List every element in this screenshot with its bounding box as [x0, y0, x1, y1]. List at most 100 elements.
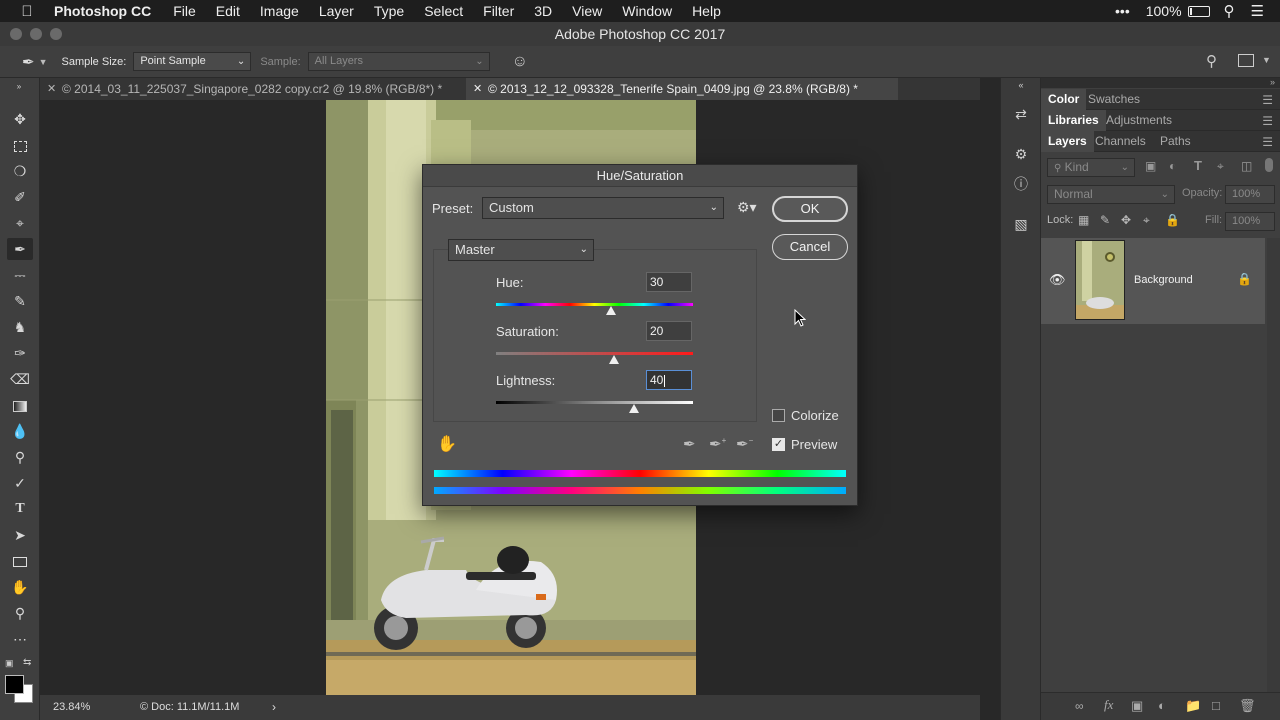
layer-name[interactable]: Background: [1134, 274, 1193, 286]
info-panel-icon[interactable]: ⓘ: [1011, 174, 1031, 194]
eyedropper-minus-icon[interactable]: ✒−: [736, 435, 753, 453]
minimize-window-button[interactable]: [30, 28, 42, 40]
brush-tool-icon[interactable]: ✎: [7, 290, 33, 312]
clone-stamp-tool-icon[interactable]: ♞: [7, 316, 33, 338]
chevron-down-icon[interactable]: ▼: [1262, 55, 1271, 65]
close-tab-icon[interactable]: ✕: [473, 78, 482, 100]
tab-paths[interactable]: Paths: [1153, 131, 1198, 152]
close-window-button[interactable]: [10, 28, 22, 40]
zoom-tool-icon[interactable]: ⚲: [7, 602, 33, 624]
menu-help[interactable]: Help: [692, 3, 721, 19]
layer-filter-kind[interactable]: ⚲ Kind ⌄: [1047, 158, 1135, 177]
lightness-slider-track[interactable]: [496, 401, 693, 404]
tab-layers[interactable]: Layers: [1041, 131, 1094, 152]
blend-mode-select[interactable]: Normal ⌄: [1047, 185, 1175, 204]
lock-image-icon[interactable]: ✎: [1100, 213, 1110, 227]
eraser-tool-icon[interactable]: ⌫: [7, 368, 33, 390]
menu-view[interactable]: View: [572, 3, 602, 19]
menu-file[interactable]: File: [173, 3, 196, 19]
hue-input[interactable]: 30: [646, 272, 692, 292]
lock-all-icon[interactable]: 🔒: [1165, 213, 1180, 227]
tab-tenerife[interactable]: ✕ © 2013_12_12_093328_Tenerife Spain_040…: [466, 78, 898, 100]
add-mask-icon[interactable]: ▣: [1131, 698, 1143, 714]
path-selection-tool-icon[interactable]: ➤: [7, 524, 33, 546]
new-group-icon[interactable]: 📁: [1185, 698, 1201, 714]
eyedropper-icon[interactable]: ✒: [683, 435, 696, 453]
cancel-button[interactable]: Cancel: [772, 234, 848, 260]
collapse-dock-icon[interactable]: «: [1011, 80, 1031, 90]
menu-layer[interactable]: Layer: [319, 3, 354, 19]
preview-label[interactable]: Preview: [791, 437, 837, 452]
dodge-tool-icon[interactable]: ⚲: [7, 446, 33, 468]
filter-toggle-icon[interactable]: [1265, 158, 1273, 172]
menu-3d[interactable]: 3D: [534, 3, 552, 19]
quick-selection-tool-icon[interactable]: ✐: [7, 186, 33, 208]
pen-tool-icon[interactable]: ✓: [7, 472, 33, 494]
collapse-toolbar-icon[interactable]: »: [6, 82, 32, 92]
crop-tool-icon[interactable]: ⌖: [7, 212, 33, 234]
type-tool-icon[interactable]: T: [7, 498, 33, 520]
eyedropper-tool-icon[interactable]: ✒: [7, 238, 33, 260]
default-colors-icon[interactable]: ▣: [5, 658, 15, 668]
lightness-slider-thumb[interactable]: [628, 404, 639, 413]
layer-thumbnail[interactable]: [1075, 240, 1125, 320]
zoom-window-button[interactable]: [50, 28, 62, 40]
new-adjustment-icon[interactable]: ◐: [1158, 698, 1166, 713]
workspace-icon[interactable]: [1238, 54, 1254, 67]
filter-pixel-icon[interactable]: ▣: [1145, 159, 1156, 173]
tab-color[interactable]: Color: [1041, 89, 1087, 110]
properties-panel-icon[interactable]: ⚙: [1011, 144, 1031, 164]
panel-menu-icon[interactable]: ☰: [1262, 114, 1273, 128]
menu-filter[interactable]: Filter: [483, 3, 514, 19]
filter-adjustment-icon[interactable]: ◐: [1169, 159, 1176, 173]
fill-field[interactable]: 100%: [1225, 212, 1275, 231]
move-tool-icon[interactable]: ✥: [7, 108, 33, 130]
filter-type-icon[interactable]: T: [1194, 158, 1202, 173]
gradient-tool-icon[interactable]: [7, 394, 33, 416]
blur-tool-icon[interactable]: 💧: [7, 420, 33, 442]
eyedropper-plus-icon[interactable]: ✒+: [709, 435, 726, 453]
trash-icon[interactable]: 🗑: [1239, 698, 1256, 714]
preset-select[interactable]: Custom ⌄: [482, 197, 724, 219]
targeted-adjustment-hand-icon[interactable]: ✋: [437, 434, 457, 454]
sample-select[interactable]: All Layers ⌄: [307, 52, 490, 71]
app-menu[interactable]: Photoshop CC: [54, 3, 151, 19]
saturation-input[interactable]: 20: [646, 321, 692, 341]
colorize-label[interactable]: Colorize: [791, 408, 839, 423]
tab-libraries[interactable]: Libraries: [1041, 110, 1106, 131]
saturation-slider-thumb[interactable]: [609, 355, 620, 364]
lock-position-icon[interactable]: ✥: [1121, 213, 1131, 227]
rectangle-tool-icon[interactable]: [7, 550, 33, 572]
layer-row-background[interactable]: 👁 Background 🔒: [1041, 238, 1265, 324]
preview-checkbox[interactable]: ✓: [772, 438, 785, 451]
foreground-color-swatch[interactable]: [5, 675, 24, 694]
zoom-level[interactable]: 23.84%: [53, 695, 90, 720]
saturation-slider-track[interactable]: [496, 352, 693, 355]
hue-slider-track[interactable]: [496, 303, 693, 306]
colorize-checkbox[interactable]: [772, 409, 785, 422]
edit-toolbar-icon[interactable]: ⋯: [7, 628, 33, 650]
filter-shape-icon[interactable]: ⌖: [1217, 159, 1224, 174]
swap-colors-icon[interactable]: ⇆: [23, 657, 31, 668]
menu-edit[interactable]: Edit: [216, 3, 240, 19]
menu-window[interactable]: Window: [622, 3, 672, 19]
layers-scrollbar[interactable]: [1267, 238, 1280, 698]
eyedropper-tool-preset-icon[interactable]: ✒: [22, 53, 35, 71]
search-icon[interactable]: ⚲: [1206, 52, 1217, 70]
lock-transparent-icon[interactable]: ▦: [1078, 213, 1089, 227]
link-layers-icon[interactable]: ∞: [1075, 699, 1084, 713]
hand-tool-icon[interactable]: ✋: [7, 576, 33, 598]
chevron-right-icon[interactable]: ›: [272, 695, 276, 720]
more-dots-icon[interactable]: •••: [1115, 3, 1130, 19]
apple-icon[interactable]: : [18, 3, 36, 20]
fx-icon[interactable]: fx: [1104, 697, 1113, 713]
menu-select[interactable]: Select: [424, 3, 463, 19]
healing-brush-tool-icon[interactable]: ⎓: [7, 264, 33, 286]
channel-select[interactable]: Master ⌄: [448, 239, 594, 261]
dialog-title[interactable]: Hue/Saturation: [423, 165, 857, 187]
new-layer-icon[interactable]: □: [1212, 698, 1220, 713]
chevron-down-icon[interactable]: ▼: [39, 57, 48, 67]
sample-size-select[interactable]: Point Sample ⌄: [133, 52, 252, 71]
lasso-tool-icon[interactable]: ❍: [7, 160, 33, 182]
lightness-input[interactable]: 40: [646, 370, 692, 390]
